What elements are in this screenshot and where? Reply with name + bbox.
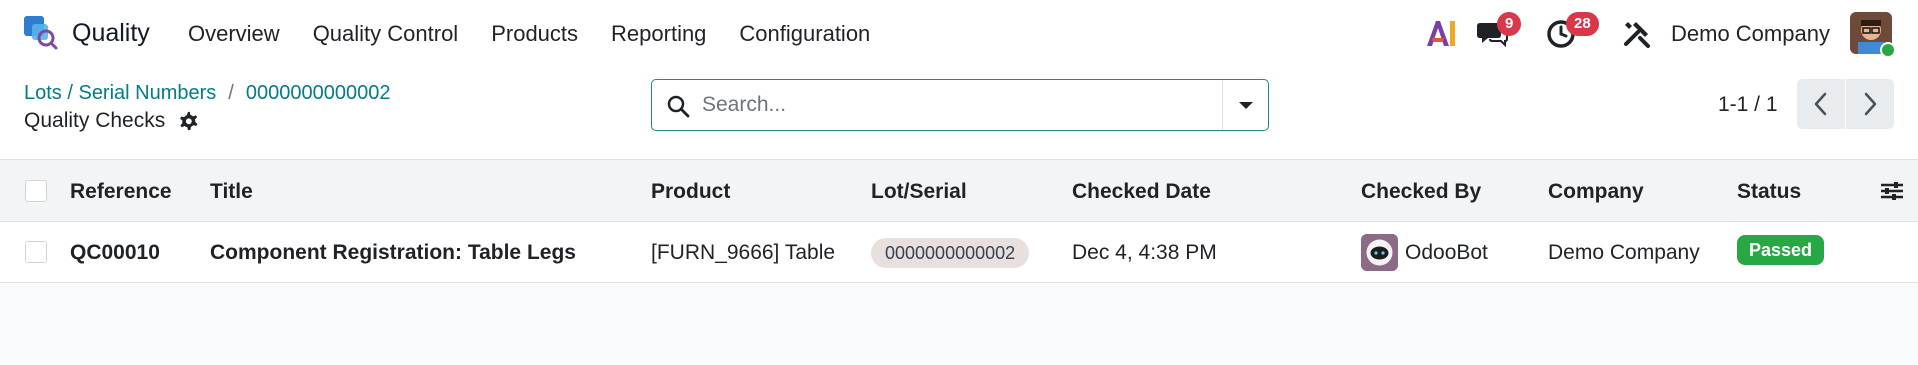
cell-checked-by: OdooBot <box>1405 241 1488 264</box>
pager-previous-button[interactable] <box>1797 79 1845 129</box>
select-all-checkbox[interactable] <box>25 180 47 202</box>
column-header-company[interactable]: Company <box>1548 180 1644 204</box>
breadcrumb: Lots / Serial Numbers / 0000000000002 <box>24 82 390 105</box>
column-header-status[interactable]: Status <box>1737 180 1801 204</box>
caret-down-icon <box>1239 102 1253 109</box>
menu-item-configuration[interactable]: Configuration <box>739 21 870 47</box>
search-options-toggle[interactable] <box>1222 80 1268 130</box>
table-header: Reference Title Product Lot/Serial Check… <box>0 160 1918 222</box>
activity-count-badge: 28 <box>1566 12 1599 36</box>
column-header-checked-date[interactable]: Checked Date <box>1072 180 1211 204</box>
menu-item-products[interactable]: Products <box>491 21 578 47</box>
gear-icon[interactable] <box>177 111 199 133</box>
tools-icon[interactable] <box>1622 18 1652 48</box>
cell-company: Demo Company <box>1548 241 1700 264</box>
optional-columns-icon[interactable] <box>1880 180 1904 202</box>
company-switcher[interactable]: Demo Company <box>1671 21 1830 47</box>
column-header-lot-serial[interactable]: Lot/Serial <box>871 180 967 204</box>
status-badge: Passed <box>1737 235 1825 265</box>
row-select-checkbox[interactable] <box>25 241 47 263</box>
breadcrumb-lot-record[interactable]: 0000000000002 <box>246 82 391 104</box>
pager-value[interactable]: 1-1 / 1 <box>1718 93 1778 117</box>
control-panel: Lots / Serial Numbers / 0000000000002 Qual… <box>0 66 1918 160</box>
breadcrumb-separator: / <box>228 82 234 104</box>
chevron-right-icon <box>1864 92 1877 116</box>
menu-item-quality-control[interactable]: Quality Control <box>313 21 459 47</box>
ai-icon[interactable] <box>1424 16 1458 50</box>
main-menu: Overview Quality Control Products Report… <box>188 21 903 47</box>
menu-item-overview[interactable]: Overview <box>188 21 280 47</box>
search-icon <box>667 95 690 118</box>
app-name[interactable]: Quality <box>72 19 150 48</box>
page-title: Quality Checks <box>24 109 166 132</box>
quality-app-icon[interactable] <box>22 14 58 50</box>
search-bar <box>651 79 1269 131</box>
cell-checked-date: Dec 4, 4:38 PM <box>1072 241 1217 264</box>
cell-reference: QC00010 <box>70 241 160 264</box>
chevron-left-icon <box>1814 92 1827 116</box>
cell-product: [FURN_9666] Table <box>651 241 836 264</box>
cell-title: Component Registration: Table Legs <box>210 241 576 264</box>
lot-serial-tag: 0000000000002 <box>871 238 1030 268</box>
column-header-reference[interactable]: Reference <box>70 180 172 204</box>
column-header-title[interactable]: Title <box>210 180 253 204</box>
online-status-dot <box>1880 42 1896 58</box>
top-navbar: Quality Overview Quality Control Product… <box>0 0 1918 66</box>
column-header-product[interactable]: Product <box>651 180 730 204</box>
column-header-checked-by[interactable]: Checked By <box>1361 180 1481 204</box>
breadcrumb-lots-serial-numbers[interactable]: Lots / Serial Numbers <box>24 82 216 104</box>
search-input[interactable] <box>702 88 1202 122</box>
table-row[interactable]: QC00010 Component Registration: Table Le… <box>0 222 1918 283</box>
menu-item-reporting[interactable]: Reporting <box>611 21 706 47</box>
odoobot-avatar <box>1361 234 1398 271</box>
messages-count-badge: 9 <box>1497 12 1522 36</box>
pager-next-button[interactable] <box>1846 79 1894 129</box>
